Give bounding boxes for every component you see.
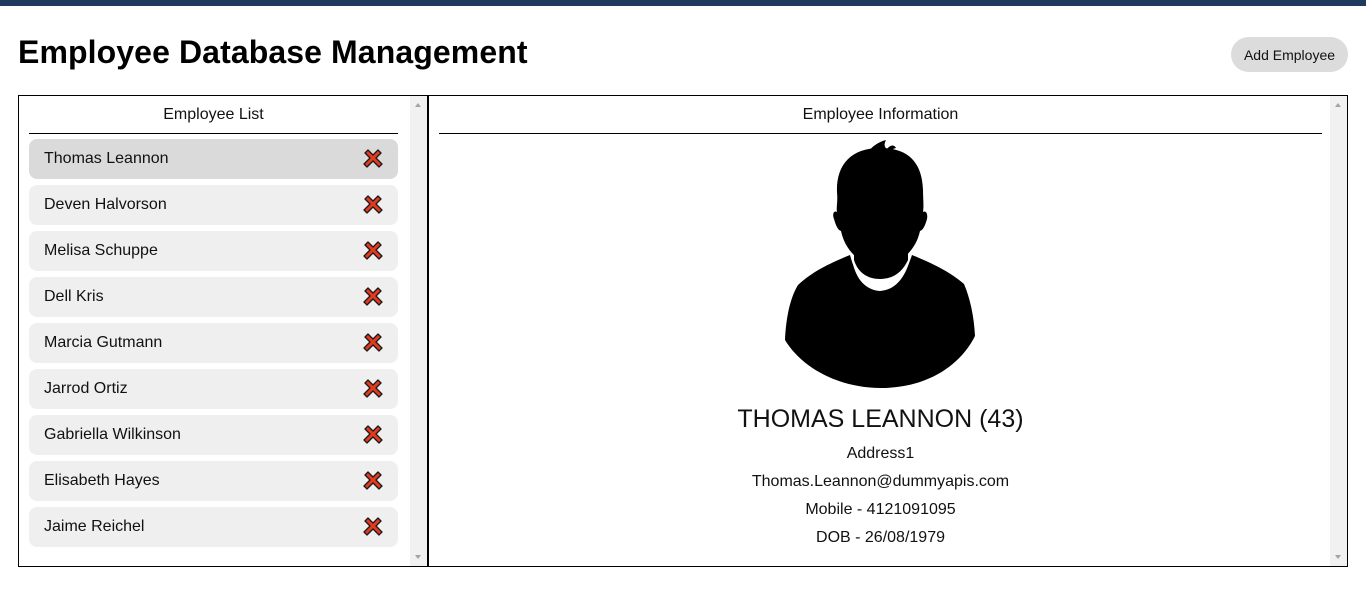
info-scrollbar[interactable] <box>1330 96 1347 566</box>
delete-x-icon[interactable] <box>362 332 384 354</box>
employee-name-label: Marcia Gutmann <box>44 334 163 351</box>
employee-list-item[interactable]: Jarrod Ortiz <box>29 369 398 409</box>
add-employee-button[interactable]: Add Employee <box>1231 37 1348 72</box>
employee-info-panel: Employee Information THOMAS LEANNON (43)… <box>429 96 1347 566</box>
employee-list-item[interactable]: Melisa Schuppe <box>29 231 398 271</box>
employee-name-label: Gabriella Wilkinson <box>44 426 181 443</box>
main-panels: Employee List Thomas Leannon Deven Halvor… <box>18 95 1348 567</box>
employee-name-label: Jaime Reichel <box>44 518 145 535</box>
employee-list-title: Employee List <box>29 96 398 134</box>
employee-list-item[interactable]: Dell Kris <box>29 277 398 317</box>
employee-info-title: Employee Information <box>439 96 1322 134</box>
delete-x-icon[interactable] <box>362 424 384 446</box>
scroll-down-arrow-icon[interactable] <box>415 555 421 559</box>
employee-mobile: Mobile - 4121091095 <box>805 501 956 518</box>
employee-list-item[interactable]: Thomas Leannon <box>29 139 398 179</box>
employee-name-label: Elisabeth Hayes <box>44 472 160 489</box>
employee-list-item[interactable]: Deven Halvorson <box>29 185 398 225</box>
scroll-down-arrow-icon[interactable] <box>1335 555 1341 559</box>
delete-x-icon[interactable] <box>362 378 384 400</box>
employee-list: Thomas Leannon Deven Halvorson Melisa Schu… <box>29 134 398 547</box>
employee-name-label: Melisa Schuppe <box>44 242 158 259</box>
scroll-up-arrow-icon[interactable] <box>415 103 421 107</box>
employee-info-content: Employee Information THOMAS LEANNON (43)… <box>439 96 1322 552</box>
avatar-container <box>439 134 1322 392</box>
employee-name-label: Thomas Leannon <box>44 150 169 167</box>
delete-x-icon[interactable] <box>362 286 384 308</box>
person-silhouette-icon <box>784 140 975 388</box>
delete-x-icon[interactable] <box>362 516 384 538</box>
delete-x-icon[interactable] <box>362 240 384 262</box>
scroll-up-arrow-icon[interactable] <box>1335 103 1341 107</box>
delete-x-icon[interactable] <box>362 470 384 492</box>
page-title: Employee Database Management <box>18 34 528 70</box>
employee-list-item[interactable]: Jaime Reichel <box>29 507 398 547</box>
employee-list-panel: Employee List Thomas Leannon Deven Halvor… <box>19 96 429 566</box>
delete-x-icon[interactable] <box>362 148 384 170</box>
delete-x-icon[interactable] <box>362 194 384 216</box>
employee-list-content: Employee List Thomas Leannon Deven Halvor… <box>29 96 398 553</box>
employee-list-item[interactable]: Gabriella Wilkinson <box>29 415 398 455</box>
employee-name-age: THOMAS LEANNON (43) <box>737 405 1024 433</box>
employee-list-item[interactable]: Marcia Gutmann <box>29 323 398 363</box>
list-scrollbar[interactable] <box>410 96 427 566</box>
employee-name-label: Dell Kris <box>44 288 104 305</box>
employee-name-label: Jarrod Ortiz <box>44 380 128 397</box>
employee-name-label: Deven Halvorson <box>44 196 167 213</box>
employee-email: Thomas.Leannon@dummyapis.com <box>751 473 1010 490</box>
top-accent-bar <box>0 0 1366 6</box>
employee-address: Address1 <box>846 445 915 462</box>
employee-dob: DOB - 26/08/1979 <box>816 529 945 546</box>
employee-list-item[interactable]: Elisabeth Hayes <box>29 461 398 501</box>
